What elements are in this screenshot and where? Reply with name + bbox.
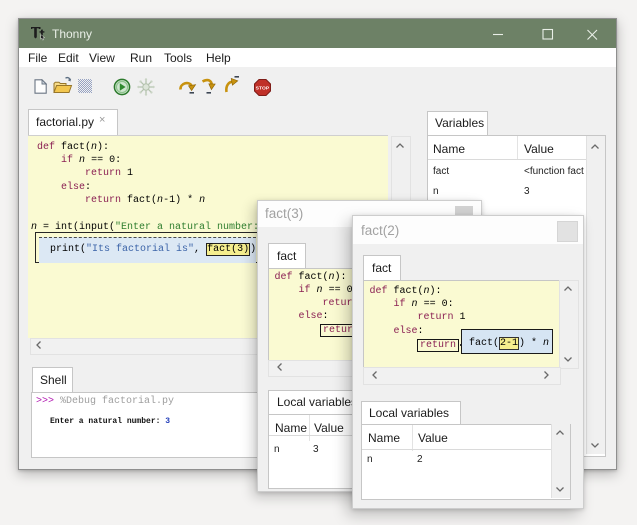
svg-text:STOP: STOP xyxy=(256,86,270,92)
